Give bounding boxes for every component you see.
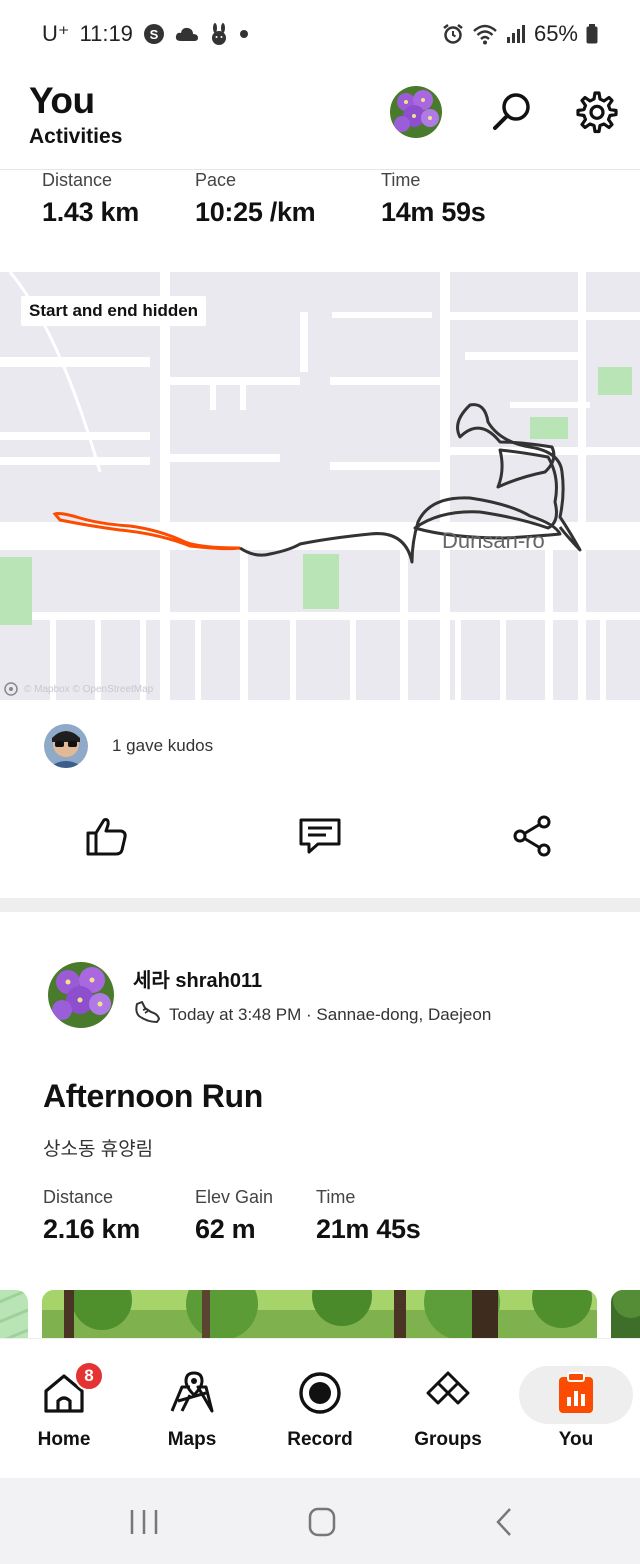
stat-label: Distance xyxy=(42,170,113,190)
nav-you[interactable]: You xyxy=(512,1339,640,1479)
profile-avatar[interactable] xyxy=(390,86,442,138)
rabbit-icon xyxy=(209,23,229,45)
kudos-avatar xyxy=(44,724,88,768)
kudos-text: 1 gave kudos xyxy=(112,736,214,755)
media-map-thumbnail[interactable] xyxy=(0,1290,28,1338)
stat-time: Time 21m 45s xyxy=(316,1187,421,1245)
activity-meta: Today at 3:48 PM · Sannae-dong, Daejeon xyxy=(133,998,491,1031)
system-nav-bar xyxy=(0,1478,640,1564)
mapbox-logo-icon xyxy=(4,682,18,696)
activity-description: 상소동 휴양림 xyxy=(43,1139,154,1160)
maps-icon xyxy=(168,1369,216,1417)
notification-badge: 8 xyxy=(74,1361,104,1391)
stat-pace: Pace 10:25 /km xyxy=(195,170,316,228)
app-header: You Activities xyxy=(0,68,640,170)
stat-value: 62 m xyxy=(195,1214,256,1244)
stat-distance: Distance 1.43 km xyxy=(42,170,139,228)
share-icon[interactable] xyxy=(508,812,556,860)
nav-label: Maps xyxy=(167,1429,217,1450)
stat-label: Distance xyxy=(43,1187,114,1207)
groups-icon xyxy=(424,1369,472,1417)
stat-distance: Distance 2.16 km xyxy=(43,1187,140,1245)
nav-groups[interactable]: Groups xyxy=(384,1339,512,1479)
nav-home[interactable]: 8 Home xyxy=(0,1339,128,1479)
stat-label: Pace xyxy=(195,170,237,190)
media-photo-next[interactable] xyxy=(611,1290,640,1338)
you-icon xyxy=(552,1369,600,1417)
stat-label: Elev Gain xyxy=(195,1187,274,1207)
stat-elev-gain: Elev Gain 62 m xyxy=(195,1187,273,1245)
page-title: You xyxy=(29,80,95,121)
carrier-label: U⁺ xyxy=(42,21,70,46)
map-attribution[interactable]: © Mapbox © OpenStreetMap xyxy=(4,682,153,696)
activity-map[interactable]: Dunsan-ro Start and end hidden © Mapbox … xyxy=(0,272,640,700)
clock: 11:19 xyxy=(79,21,133,46)
athlete-name[interactable]: 세라 shrah011 xyxy=(133,964,262,993)
stat-value: 10:25 /km xyxy=(195,197,316,227)
status-bar: U⁺ 11:19 S 65% xyxy=(0,0,640,68)
wifi-icon xyxy=(472,23,498,45)
road-label: Dunsan-ro xyxy=(442,528,545,553)
strava-status-icon: S xyxy=(143,23,165,45)
settings-gear-icon[interactable] xyxy=(573,88,621,136)
bottom-nav: 8 Home Maps Record Groups You xyxy=(0,1338,640,1478)
battery-icon xyxy=(586,24,598,44)
nav-label: Groups xyxy=(414,1429,482,1450)
running-shoe-icon xyxy=(133,998,161,1031)
stat-value: 21m 45s xyxy=(316,1214,421,1244)
notification-dot-icon xyxy=(239,29,249,39)
stat-label: Time xyxy=(381,170,421,190)
stat-value: 2.16 km xyxy=(43,1214,140,1244)
map-canvas: Dunsan-ro xyxy=(0,272,640,700)
activity-title[interactable]: Afternoon Run xyxy=(43,1078,263,1115)
media-photo-forest[interactable] xyxy=(42,1290,597,1338)
nav-label: Record xyxy=(287,1429,353,1450)
page-subtitle[interactable]: Activities xyxy=(29,125,122,149)
recent-apps-icon[interactable] xyxy=(124,1506,164,1538)
nav-label: You xyxy=(558,1429,594,1450)
nav-record[interactable]: Record xyxy=(256,1339,384,1479)
svg-text:S: S xyxy=(150,27,159,42)
comment-icon[interactable] xyxy=(296,812,344,860)
kudos-thumbs-up-icon[interactable] xyxy=(83,812,131,860)
signal-icon xyxy=(506,24,526,44)
cloud-icon xyxy=(175,26,199,42)
stat-value: 1.43 km xyxy=(42,197,139,227)
feed-separator xyxy=(0,898,640,912)
stat-value: 14m 59s xyxy=(381,197,486,227)
battery-percent: 65% xyxy=(533,21,578,46)
alarm-icon xyxy=(442,23,464,45)
media-carousel[interactable] xyxy=(0,1290,640,1338)
stat-time: Time 14m 59s xyxy=(381,170,486,228)
nav-label: Home xyxy=(37,1429,91,1450)
back-icon[interactable] xyxy=(484,1506,524,1538)
home-button-icon[interactable] xyxy=(302,1506,342,1538)
kudos-row[interactable]: 1 gave kudos xyxy=(0,700,640,794)
record-icon xyxy=(296,1369,344,1417)
stat-label: Time xyxy=(316,1187,356,1207)
activity-actions xyxy=(0,800,640,896)
attribution-text: © Mapbox © OpenStreetMap xyxy=(24,683,154,695)
nav-maps[interactable]: Maps xyxy=(128,1339,256,1479)
athlete-avatar[interactable] xyxy=(48,962,114,1028)
privacy-badge: Start and end hidden xyxy=(21,296,207,326)
activity-meta-text: Today at 3:48 PM · Sannae-dong, Daejeon xyxy=(169,1004,492,1024)
search-icon[interactable] xyxy=(489,88,537,136)
